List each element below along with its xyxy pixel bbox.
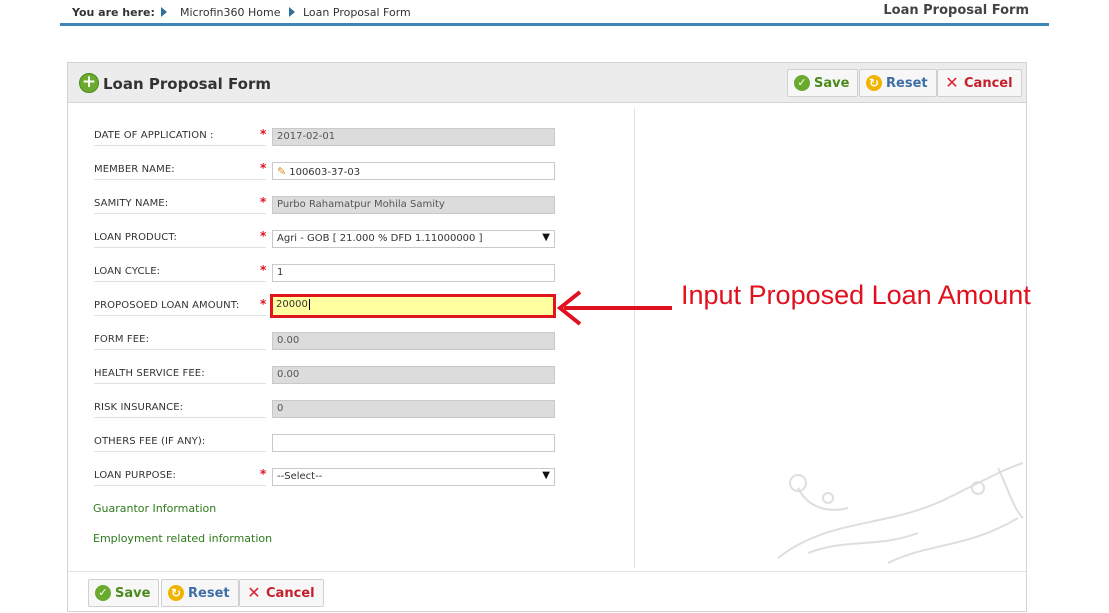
health-service-fee-field[interactable]: 0.00 (272, 366, 555, 384)
cancel-button-bottom[interactable]: ✕ Cancel (239, 579, 324, 607)
save-label: Save (814, 75, 850, 91)
date-of-application-field[interactable]: 2017-02-01 (272, 128, 555, 146)
save-button-top[interactable]: ✓ Save (787, 69, 859, 97)
member-name-field[interactable]: ✎ 100603-37-03 (272, 162, 555, 180)
required-marker: * (260, 263, 267, 277)
loan-purpose-label: LOAN PURPOSE: (94, 468, 266, 486)
text-cursor (308, 299, 310, 310)
breadcrumb-current: Loan Proposal Form (303, 6, 411, 19)
risk-insurance-label: RISK INSURANCE: (94, 400, 266, 418)
samity-name-label: SAMITY NAME: (94, 196, 266, 214)
guarantor-information-link[interactable]: Guarantor Information (93, 502, 216, 515)
loan-cycle-label: LOAN CYCLE: (94, 264, 266, 282)
plus-icon: + (79, 73, 99, 93)
reset-button-top[interactable]: ↻ Reset (859, 69, 937, 97)
required-marker: * (260, 127, 267, 141)
reset-icon: ↻ (168, 585, 184, 601)
loan-purpose-value: --Select-- (277, 471, 323, 482)
proposed-loan-amount-value: 20000 (276, 299, 308, 310)
row-form-fee: FORM FEE: 0.00 (94, 332, 564, 356)
risk-insurance-field[interactable]: 0 (272, 400, 555, 418)
breadcrumb-prefix: You are here: (72, 6, 155, 19)
cancel-button-top[interactable]: ✕ Cancel (937, 69, 1022, 97)
row-loan-product: LOAN PRODUCT: * Agri - GOB [ 21.000 % DF… (94, 229, 564, 254)
row-proposed-loan-amount: PROPOSOED LOAN AMOUNT: * 20000 (94, 294, 564, 322)
panel-title: Loan Proposal Form (103, 75, 272, 93)
row-loan-cycle: LOAN CYCLE: * 1 (94, 263, 564, 288)
check-icon: ✓ (95, 585, 111, 601)
column-divider (634, 108, 635, 568)
loan-product-select[interactable]: Agri - GOB [ 21.000 % DFD 1.11000000 ] ▼ (272, 230, 555, 248)
reset-icon: ↻ (866, 75, 882, 91)
floral-decoration (777, 462, 1024, 564)
save-button-bottom[interactable]: ✓ Save (88, 579, 160, 607)
reset-button-bottom[interactable]: ↻ Reset (161, 579, 239, 607)
required-marker: * (260, 229, 267, 243)
breadcrumb-arrow-icon (161, 7, 167, 17)
row-member-name: MEMBER NAME: * ✎ 100603-37-03 (94, 161, 564, 186)
page-title: Loan Proposal Form (883, 3, 1029, 18)
cancel-icon: ✕ (247, 583, 261, 602)
reset-label: Reset (886, 75, 928, 91)
loan-cycle-field[interactable]: 1 (272, 264, 555, 282)
annotation-arrow (556, 290, 672, 326)
row-health-service-fee: HEALTH SERVICE FEE: 0.00 (94, 366, 564, 390)
pencil-icon: ✎ (277, 165, 287, 178)
required-marker: * (260, 467, 267, 481)
others-fee-label: OTHERS FEE (IF ANY): (94, 434, 266, 452)
proposed-loan-amount-label: PROPOSOED LOAN AMOUNT: (94, 298, 266, 316)
health-service-fee-label: HEALTH SERVICE FEE: (94, 366, 266, 384)
member-name-value: 100603-37-03 (289, 167, 361, 178)
date-of-application-label: DATE OF APPLICATION : (94, 128, 266, 146)
loan-product-label: LOAN PRODUCT: (94, 230, 266, 248)
member-name-label: MEMBER NAME: (94, 162, 266, 180)
loan-proposal-panel: + Loan Proposal Form ✓ Save ↻ Reset ✕ Ca… (67, 62, 1027, 612)
row-others-fee: OTHERS FEE (IF ANY): (94, 434, 564, 458)
breadcrumb-arrow-icon (289, 7, 295, 17)
chevron-down-icon: ▼ (542, 470, 550, 481)
breadcrumb-bar: You are here: Microfin360 Home Loan Prop… (60, 0, 1049, 26)
breadcrumb-home-link[interactable]: Microfin360 Home (180, 6, 280, 19)
required-marker: * (260, 161, 267, 175)
cancel-label: Cancel (964, 75, 1013, 91)
row-date-of-application: DATE OF APPLICATION : * 2017-02-01 (94, 127, 564, 152)
form-fee-label: FORM FEE: (94, 332, 266, 350)
proposed-loan-amount-field[interactable]: 20000 (270, 294, 556, 318)
loan-product-value: Agri - GOB [ 21.000 % DFD 1.11000000 ] (277, 233, 483, 244)
row-samity-name: SAMITY NAME: * Purbo Rahamatpur Mohila S… (94, 195, 564, 220)
loan-purpose-select[interactable]: --Select-- ▼ (272, 468, 555, 486)
cancel-icon: ✕ (945, 73, 959, 92)
samity-name-field[interactable]: Purbo Rahamatpur Mohila Samity (272, 196, 555, 214)
chevron-down-icon: ▼ (542, 232, 550, 243)
save-label: Save (115, 585, 151, 601)
others-fee-field[interactable] (272, 434, 555, 452)
cancel-label: Cancel (266, 585, 315, 601)
footer-divider (68, 571, 1026, 572)
check-icon: ✓ (794, 75, 810, 91)
form-fee-field[interactable]: 0.00 (272, 332, 555, 350)
annotation-text: Input Proposed Loan Amount (681, 280, 1031, 310)
required-marker: * (260, 297, 267, 311)
employment-information-link[interactable]: Employment related information (93, 532, 272, 545)
row-risk-insurance: RISK INSURANCE: 0 (94, 400, 564, 424)
reset-label: Reset (188, 585, 230, 601)
required-marker: * (260, 195, 267, 209)
panel-header: + Loan Proposal Form ✓ Save ↻ Reset ✕ Ca… (68, 63, 1026, 103)
row-loan-purpose: LOAN PURPOSE: * --Select-- ▼ (94, 467, 564, 492)
